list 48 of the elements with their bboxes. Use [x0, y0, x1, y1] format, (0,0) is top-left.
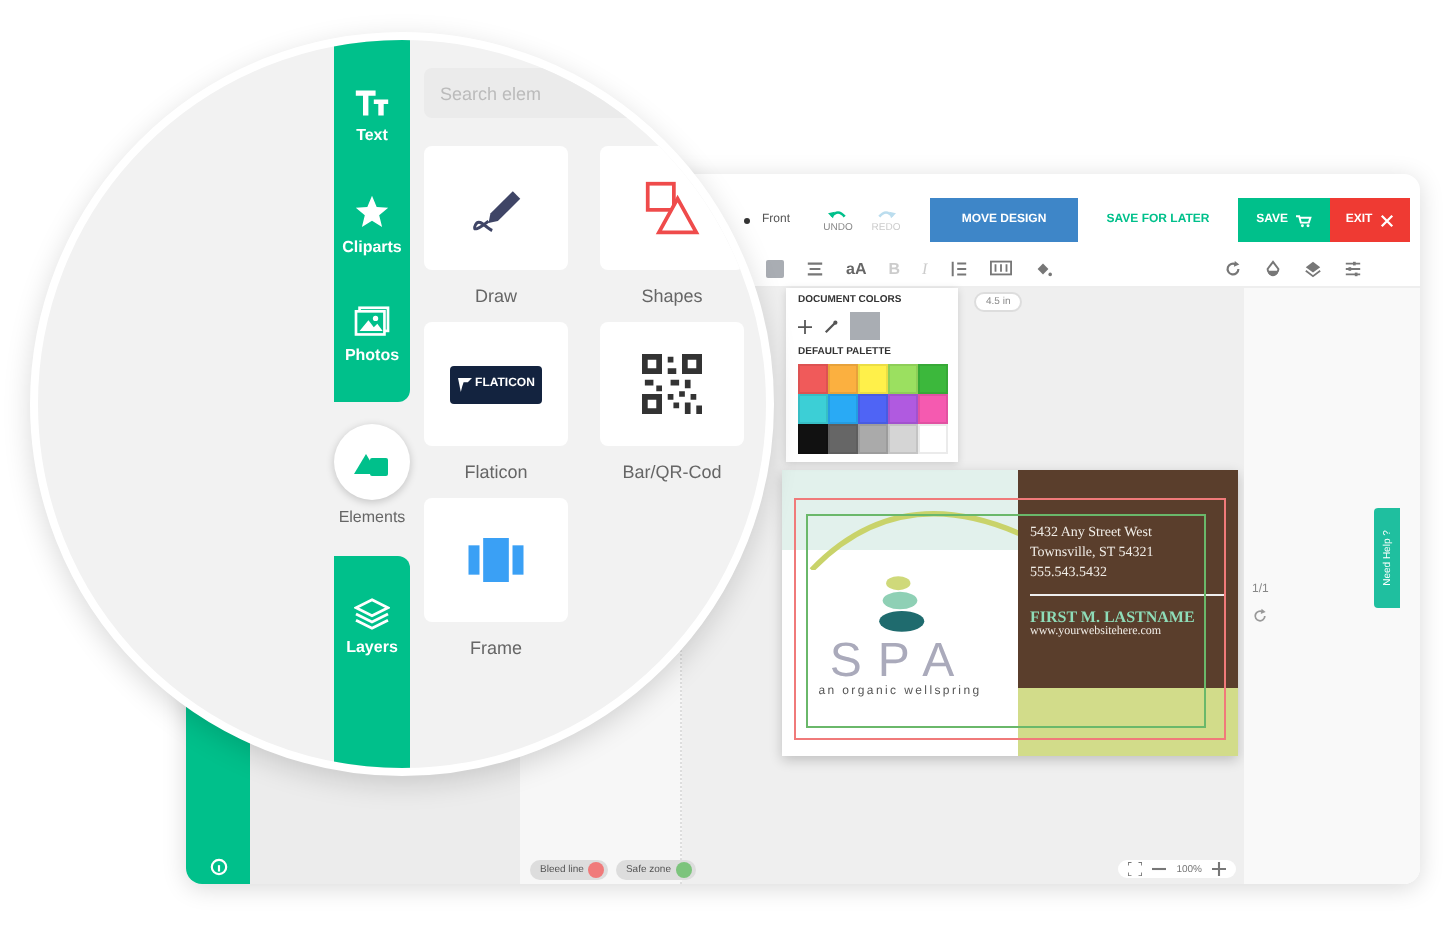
- color-swatch[interactable]: [798, 364, 828, 394]
- color-swatch[interactable]: [888, 364, 918, 394]
- color-swatch[interactable]: [888, 424, 918, 454]
- opacity-icon[interactable]: [1264, 259, 1282, 277]
- frame-icon: [468, 538, 524, 582]
- color-swatch[interactable]: [858, 394, 888, 424]
- cart-icon: [1295, 213, 1312, 227]
- color-swatch[interactable]: [888, 394, 918, 424]
- qr-code-icon: [642, 354, 702, 414]
- photo-icon: [354, 306, 390, 338]
- paint-bucket-icon[interactable]: [1033, 259, 1052, 277]
- zoom-in-icon[interactable]: [1212, 862, 1226, 876]
- fill-color-swatch[interactable]: [766, 259, 784, 277]
- text-format-button[interactable]: aA: [846, 259, 867, 277]
- layers-icon: [354, 598, 390, 630]
- info-icon[interactable]: [209, 858, 227, 876]
- shapes-icon: [644, 180, 700, 236]
- zoom-out-icon[interactable]: [1152, 862, 1167, 876]
- color-swatch[interactable]: [850, 312, 880, 340]
- layers-icon[interactable]: [1304, 259, 1322, 277]
- nav-item[interactable]: Elements: [334, 414, 410, 534]
- color-swatch[interactable]: [858, 424, 888, 454]
- star-icon: [354, 194, 390, 230]
- align-icon[interactable]: [806, 259, 824, 277]
- sliders-icon[interactable]: [1344, 259, 1362, 277]
- color-swatch[interactable]: [828, 424, 858, 454]
- letter-spacing-icon[interactable]: [989, 260, 1012, 276]
- stones-logo-icon: [874, 574, 926, 634]
- color-swatch[interactable]: [828, 364, 858, 394]
- text-icon: [354, 87, 390, 117]
- close-icon: [1380, 213, 1395, 227]
- color-swatch[interactable]: [918, 424, 948, 454]
- refresh-icon[interactable]: [1252, 608, 1268, 624]
- redo-icon: [876, 207, 897, 221]
- line-spacing-icon[interactable]: [949, 259, 968, 277]
- rotate-icon[interactable]: [1224, 259, 1242, 277]
- color-swatch[interactable]: [858, 364, 888, 394]
- shapes-icon: [334, 423, 410, 499]
- add-icon[interactable]: [798, 319, 812, 333]
- undo-icon: [828, 207, 849, 221]
- color-swatch[interactable]: [828, 394, 858, 424]
- color-swatch[interactable]: [798, 424, 828, 454]
- color-swatch[interactable]: [918, 394, 948, 424]
- color-swatch[interactable]: [798, 394, 828, 424]
- color-swatch[interactable]: [918, 364, 948, 394]
- eyedropper-icon[interactable]: [824, 319, 838, 333]
- fullscreen-icon[interactable]: [1128, 862, 1143, 876]
- name-text[interactable]: FIRST M. LASTNAME: [1030, 608, 1226, 626]
